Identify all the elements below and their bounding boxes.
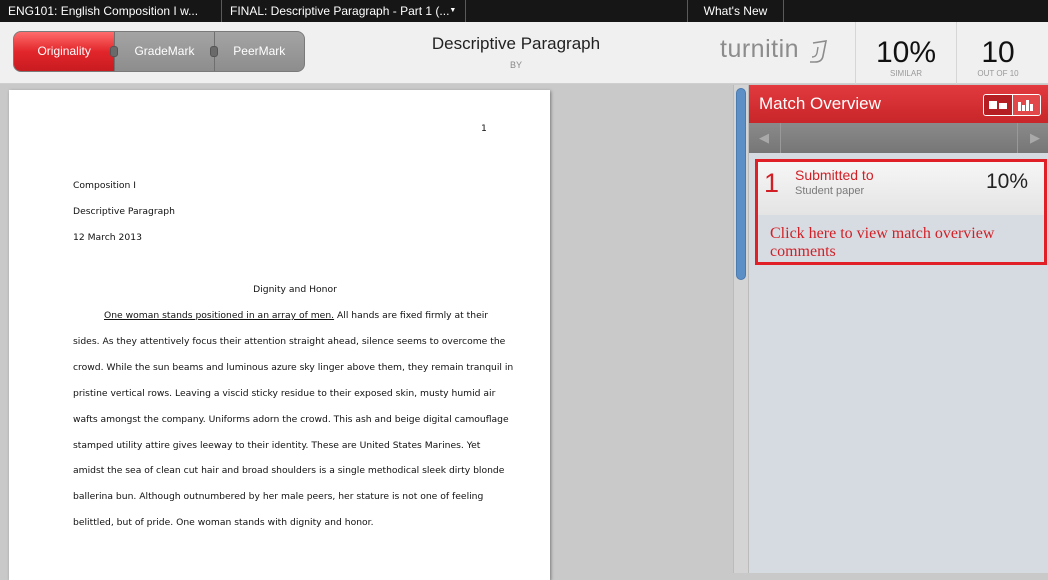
match-percent: 10% bbox=[985, 170, 1028, 193]
grade-score-label: OUT OF 10 bbox=[977, 69, 1019, 78]
page-title: Descriptive Paragraph bbox=[431, 34, 601, 53]
panel-title: Match Overview bbox=[759, 94, 881, 113]
match-source-type: Student paper bbox=[795, 185, 865, 197]
dropdown-caret-icon: ▼ bbox=[449, 7, 457, 14]
page-number: 1 bbox=[481, 123, 487, 134]
grademark-label: GradeMark bbox=[134, 44, 195, 58]
nav-divider bbox=[780, 123, 781, 153]
bar-chart-view-button[interactable] bbox=[1011, 95, 1040, 115]
turnitin-logo: turnitin bbox=[720, 35, 800, 63]
peermark-mode-button[interactable]: PeerMark bbox=[209, 32, 304, 71]
similarity-label: SIMILAR bbox=[889, 69, 922, 78]
course-tab[interactable]: ENG101: English Composition I w... bbox=[0, 0, 222, 22]
mode-switcher: Originality GradeMark PeerMark bbox=[13, 31, 305, 72]
scrollbar-thumb[interactable] bbox=[736, 88, 746, 280]
match-source-row[interactable]: 1 Submitted to Student paper 10% bbox=[758, 162, 1044, 215]
document-scrollbar[interactable] bbox=[733, 85, 749, 573]
document-page: 1 Composition I Descriptive Paragraph 12… bbox=[9, 90, 550, 580]
previous-match-arrow-icon[interactable]: ◀ bbox=[759, 130, 769, 146]
grademark-mode-button[interactable]: GradeMark bbox=[110, 32, 214, 71]
essay-text: All hands are fixed firmly at their bbox=[334, 310, 489, 321]
grade-score[interactable]: 10 bbox=[957, 36, 1039, 70]
top-tab-bar: ENG101: English Composition I w... FINAL… bbox=[0, 0, 1048, 22]
essay-line: stamped utility attire gives leeway to t… bbox=[73, 440, 481, 451]
view-toggle bbox=[983, 94, 1041, 116]
match-source: Submitted to bbox=[795, 167, 874, 183]
essay-line: crowd. While the sun beams and luminous … bbox=[73, 362, 514, 373]
list-view-icon bbox=[988, 101, 1007, 109]
bar-chart-icon bbox=[1018, 100, 1034, 111]
essay-line: pristine vertical rows. Leaving a viscid… bbox=[73, 388, 496, 399]
essay-line: wafts amongst the company. Uniforms ador… bbox=[73, 414, 509, 425]
assignment-tab[interactable]: FINAL: Descriptive Paragraph - Part 1 (.… bbox=[222, 0, 466, 22]
essay-line: ballerina bun. Although outnumbered by h… bbox=[73, 491, 484, 502]
essay-title: Dignity and Honor bbox=[253, 284, 337, 295]
toggle-knob-icon bbox=[110, 46, 119, 57]
essay-line: amidst the sea of clean cut hair and bro… bbox=[73, 465, 505, 476]
heading-course: Composition I bbox=[73, 180, 137, 191]
essay-line: sides. As they attentively focus their a… bbox=[73, 336, 506, 347]
nav-divider bbox=[1017, 123, 1018, 153]
match-number: 1 bbox=[764, 168, 780, 198]
next-match-arrow-icon[interactable]: ▶ bbox=[1030, 130, 1040, 146]
match-navigation-bar: ◀ ▶ bbox=[749, 123, 1048, 153]
match-overview-panel: Match Overview ◀ ▶ 1 Submitted to Studen… bbox=[749, 85, 1048, 573]
author-byline: BY bbox=[509, 60, 522, 70]
heading-assignment: Descriptive Paragraph bbox=[73, 206, 175, 217]
heading-date: 12 March 2013 bbox=[73, 232, 142, 243]
document-viewer[interactable]: 1 Composition I Descriptive Paragraph 12… bbox=[0, 85, 733, 580]
list-view-button[interactable] bbox=[984, 95, 1012, 115]
topbar-spacer bbox=[466, 0, 688, 22]
assignment-tab-label: FINAL: Descriptive Paragraph - Part 1 (.… bbox=[230, 4, 450, 18]
viewer-header: Originality GradeMark PeerMark Descripti… bbox=[0, 22, 1048, 84]
similarity-score[interactable]: 10% bbox=[856, 36, 956, 70]
toggle-knob-icon bbox=[209, 46, 218, 57]
turnitin-logo-icon bbox=[810, 40, 828, 63]
originality-mode-button[interactable]: Originality bbox=[14, 32, 115, 71]
whats-new-link[interactable]: What's New bbox=[688, 0, 784, 22]
matched-text-highlight[interactable]: One woman stands positioned in an array … bbox=[104, 310, 334, 321]
essay-line: belittled, but of pride. One woman stand… bbox=[73, 517, 374, 528]
match-overview-comments-link[interactable]: Click here to view match overview commen… bbox=[770, 225, 1030, 261]
essay-line: One woman stands positioned in an array … bbox=[104, 310, 488, 321]
peermark-label: PeerMark bbox=[233, 44, 286, 58]
match-item-highlighted[interactable]: 1 Submitted to Student paper 10% Click h… bbox=[755, 159, 1047, 265]
panel-header: Match Overview bbox=[749, 85, 1048, 123]
